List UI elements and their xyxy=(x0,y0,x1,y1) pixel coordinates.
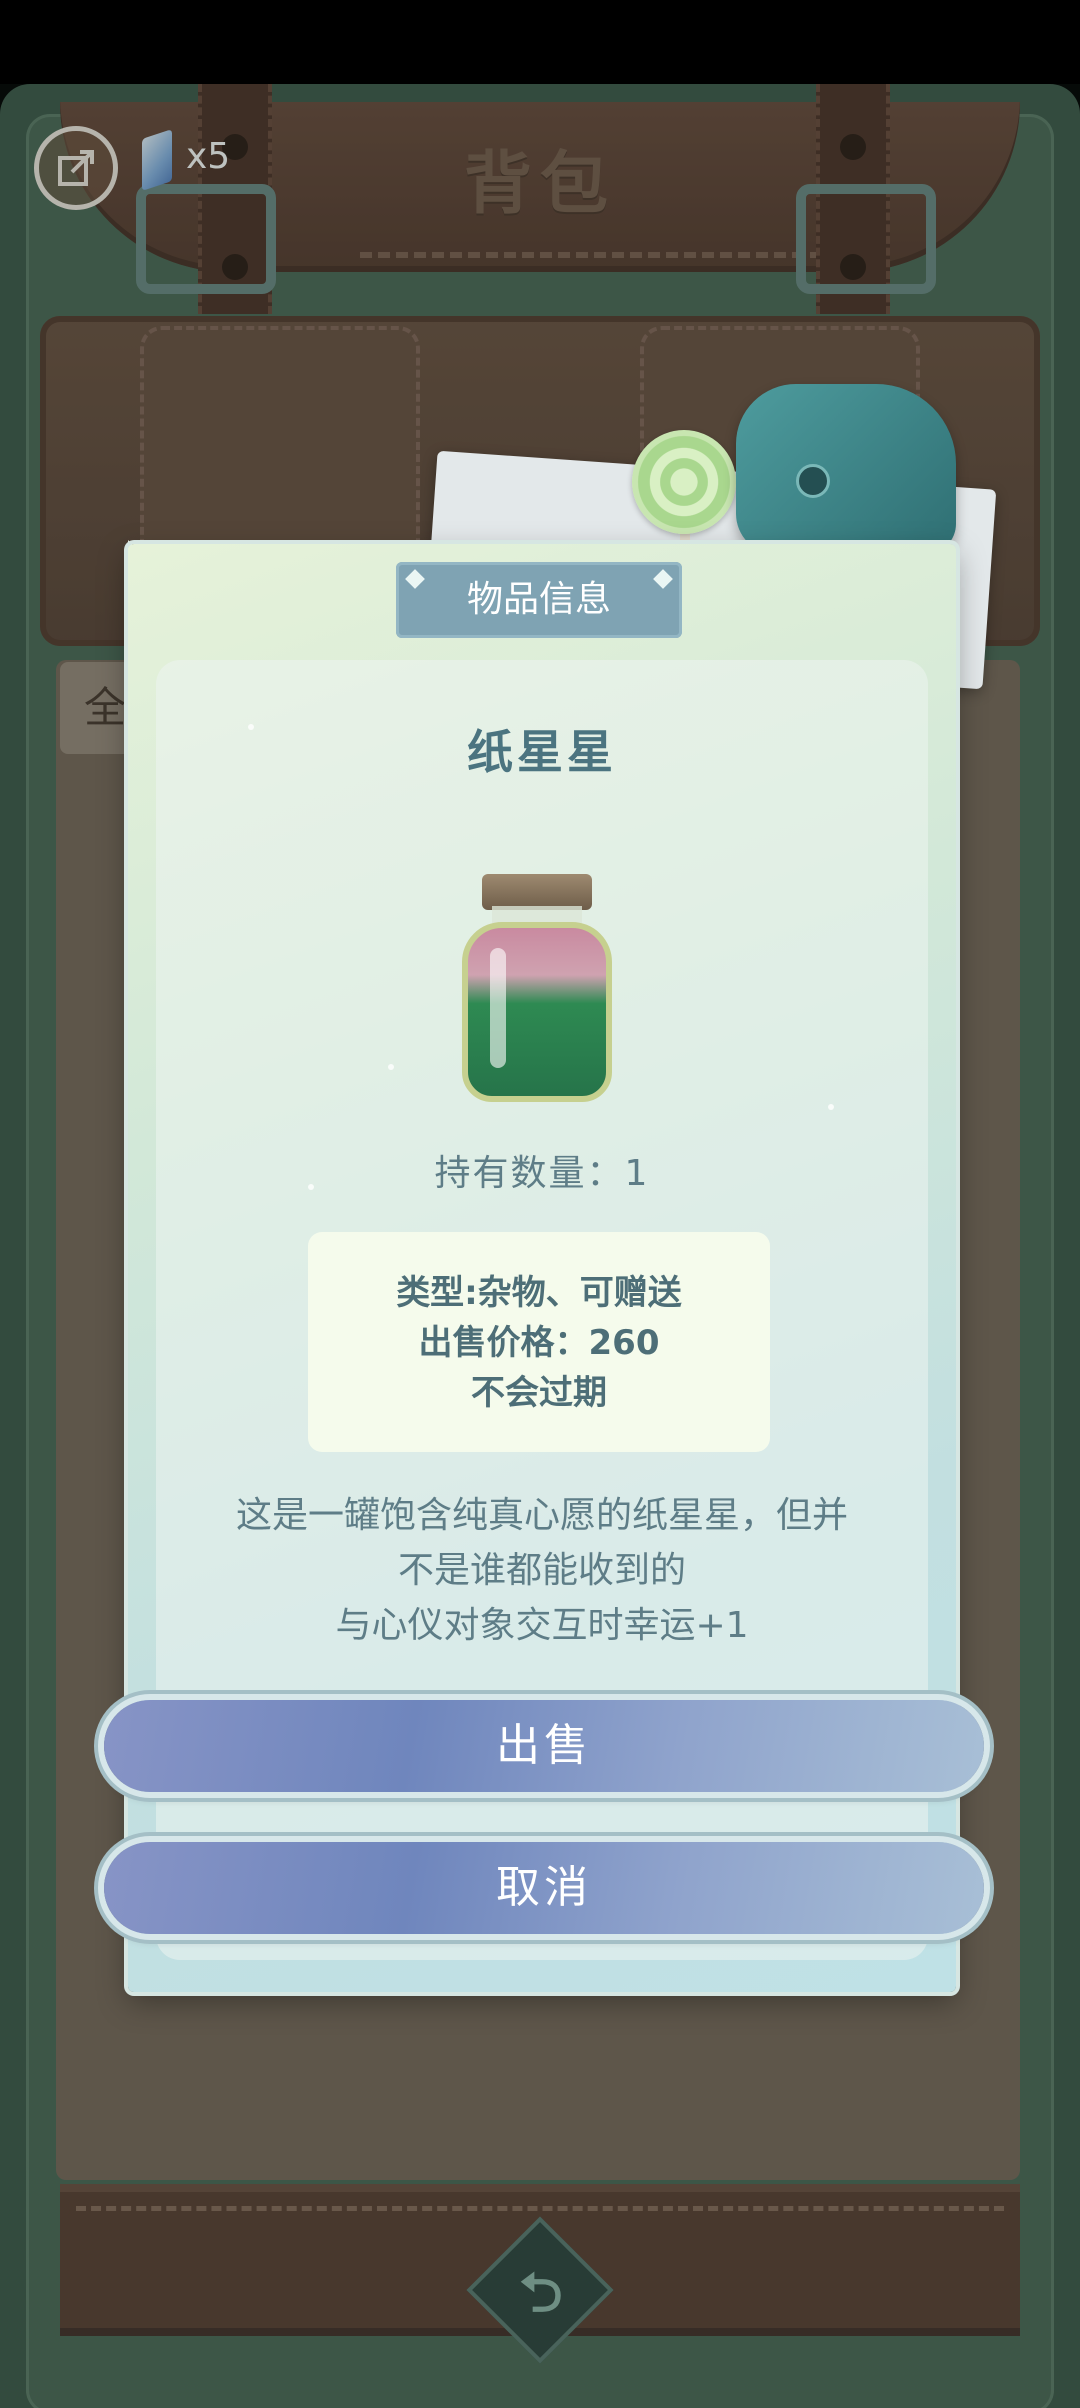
sell-button[interactable]: 出售 xyxy=(104,1700,984,1792)
modal-header-label: 物品信息 xyxy=(466,579,611,620)
description-line: 不是谁都能收到的 xyxy=(397,1550,686,1591)
jar-body xyxy=(462,922,612,1102)
description-line: 与心仪对象交互时幸运+1 xyxy=(335,1605,749,1646)
sparkle xyxy=(388,1064,394,1070)
item-price: 出售价格：260 xyxy=(418,1323,660,1363)
diamond-icon xyxy=(405,569,425,589)
star-jar-icon xyxy=(462,874,612,1104)
cancel-button[interactable]: 取消 xyxy=(104,1842,984,1934)
owned-count: 持有数量：1 xyxy=(434,1153,650,1194)
pouch-icon xyxy=(736,384,956,554)
sparkle xyxy=(248,724,254,730)
item-expiry: 不会过期 xyxy=(471,1373,607,1413)
item-description: 这是一罐饱含纯真心愿的纸星星，但并 不是谁都能收到的 与心仪对象交互时幸运+1 xyxy=(188,1488,896,1653)
description-line: 这是一罐饱含纯真心愿的纸星星，但并 xyxy=(235,1495,848,1536)
item-info-box: 类型:杂物、可赠送 出售价格：260 不会过期 xyxy=(308,1232,770,1452)
pouch-button-icon xyxy=(796,464,830,498)
status-bar xyxy=(0,0,1080,84)
lollipop-icon xyxy=(632,430,736,534)
sparkle xyxy=(828,1104,834,1110)
sparkle xyxy=(308,1184,314,1190)
modal-header: 物品信息 xyxy=(396,562,682,638)
item-info-modal: 物品信息 纸星星 持有数量：1 类型:杂物、可赠送 出售价格：260 不会过期 … xyxy=(104,544,984,1992)
jar-lid xyxy=(482,874,592,910)
item-type: 类型:杂物、可赠送 xyxy=(396,1273,682,1313)
diamond-icon xyxy=(653,569,673,589)
jar-shine xyxy=(490,948,506,1068)
game-screen: 背包 x5 全 ⮌ 物品信息 纸星星 持有数量：1 类型:杂物、可赠送 出售价格… xyxy=(0,0,1080,2408)
